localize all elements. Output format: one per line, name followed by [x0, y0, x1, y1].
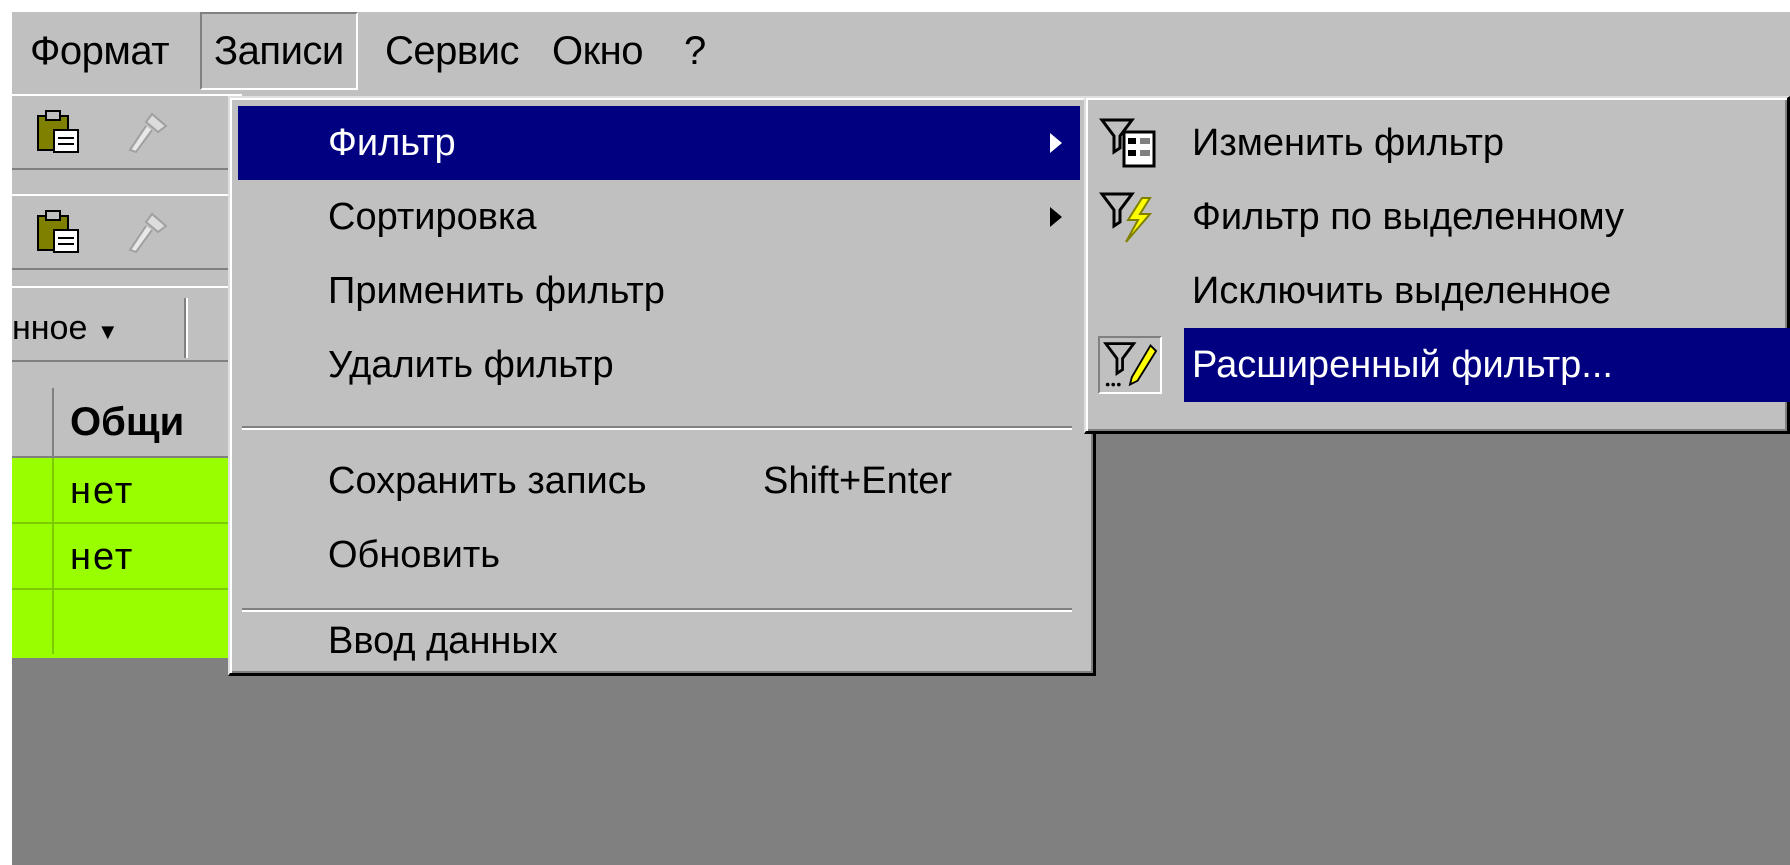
toolbar-1	[12, 94, 242, 170]
grid-body: нет нет	[12, 458, 242, 658]
menu-item-edit-filter[interactable]: Изменить фильтр	[1094, 106, 1782, 180]
workspace	[1078, 432, 1790, 672]
menu-format[interactable]: Формат	[30, 12, 170, 90]
toolbar-3: нное ▼	[12, 286, 242, 362]
paste-icon[interactable]	[34, 208, 82, 256]
menu-item-advanced-filter[interactable]: Расширенный фильтр...	[1094, 328, 1790, 402]
menu-item-save-record[interactable]: Сохранить запись Shift+Enter	[238, 444, 1080, 518]
row-selector-header[interactable]	[12, 388, 54, 456]
table-row[interactable]: нет	[12, 458, 242, 524]
table-row[interactable]: нет	[12, 524, 242, 590]
menu-records[interactable]: Записи	[200, 12, 358, 90]
menu-item-sort[interactable]: Сортировка	[238, 180, 1080, 254]
menu-window[interactable]: Окно	[552, 12, 643, 90]
workspace	[12, 658, 1790, 865]
filter-form-icon	[1099, 118, 1156, 168]
filter-selection-icon	[1099, 192, 1153, 243]
records-menu: Фильтр Сортировка Применить фильтр Удали…	[228, 96, 1096, 676]
menu-item-apply-filter[interactable]: Применить фильтр	[238, 254, 1080, 328]
row-selector[interactable]	[12, 590, 54, 654]
format-painter-icon[interactable]	[122, 208, 170, 256]
filter-combo[interactable]: нное ▼	[12, 300, 119, 356]
submenu-arrow-icon	[1050, 133, 1062, 153]
menu-service[interactable]: Сервис	[385, 12, 519, 90]
app-window: Формат Записи Сервис Окно ? нное ▼ Общи …	[12, 12, 1790, 865]
toolbar-separator	[184, 298, 188, 358]
advanced-filter-icon	[1098, 336, 1162, 394]
menu-separator	[242, 426, 1072, 430]
filter-submenu: Изменить фильтр Фильтр по выделенному Ис…	[1084, 96, 1790, 434]
paste-icon[interactable]	[34, 108, 82, 156]
menu-bar: Формат Записи Сервис Окно ?	[12, 12, 1790, 90]
submenu-arrow-icon	[1050, 207, 1062, 227]
table-row[interactable]	[12, 590, 242, 656]
grid-header: Общи	[12, 388, 242, 458]
table-cell[interactable]: нет	[70, 458, 134, 524]
table-cell[interactable]: нет	[70, 524, 134, 590]
row-selector[interactable]	[12, 458, 54, 522]
menu-item-exclude-selection[interactable]: Исключить выделенное	[1094, 254, 1782, 328]
menu-item-filter-by-selection[interactable]: Фильтр по выделенному	[1094, 180, 1782, 254]
menu-item-data-entry[interactable]: Ввод данных	[238, 614, 1080, 668]
toolbar-2	[12, 194, 242, 270]
menu-separator	[242, 608, 1072, 612]
menu-item-refresh[interactable]: Обновить	[238, 518, 1080, 592]
menu-help[interactable]: ?	[684, 12, 706, 90]
column-header[interactable]: Общи	[70, 388, 184, 456]
row-selector[interactable]	[12, 524, 54, 588]
menu-item-remove-filter[interactable]: Удалить фильтр	[238, 328, 1080, 402]
dropdown-arrow-icon: ▼	[96, 319, 119, 344]
format-painter-icon[interactable]	[122, 108, 170, 156]
menu-item-filter[interactable]: Фильтр	[238, 106, 1080, 180]
